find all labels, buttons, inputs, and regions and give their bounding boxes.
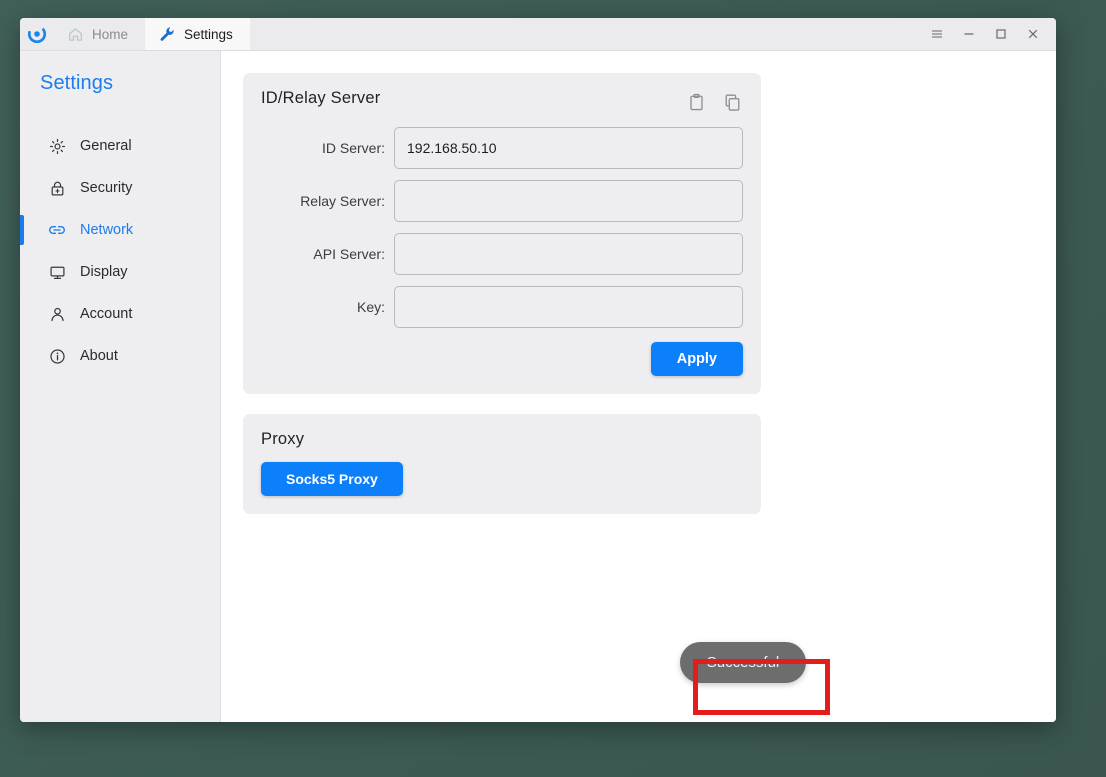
tab-home[interactable]: Home [54, 18, 145, 50]
relay-server-input[interactable] [394, 180, 743, 222]
field-label: ID Server: [321, 140, 385, 156]
lock-icon [48, 180, 66, 197]
api-server-input[interactable] [394, 233, 743, 275]
id-relay-server-card: ID/Relay Server ID Server: 192.168.50.10… [243, 73, 761, 394]
tab-settings-label: Settings [184, 26, 233, 42]
tab-settings[interactable]: Settings [145, 18, 250, 50]
proxy-card: Proxy Socks5 Proxy [243, 414, 761, 514]
card-footer-actions: Apply [261, 342, 743, 376]
sidebar: Settings General Security Network Displa… [20, 51, 221, 722]
card-header: ID/Relay Server [261, 89, 743, 113]
copy-icon [725, 94, 739, 111]
sidebar-item-display[interactable]: Display [20, 251, 220, 293]
sidebar-item-label: Network [80, 222, 134, 238]
sidebar-item-label: General [80, 138, 132, 154]
field-label: API Server: [313, 246, 385, 262]
desktop-background: Home Settings Settings General Security … [0, 0, 1106, 777]
sidebar-item-label: Account [80, 306, 133, 322]
field-label: Relay Server: [300, 193, 385, 209]
window-controls [922, 18, 1056, 50]
info-icon [48, 348, 66, 365]
field-row-relay-server: Relay Server: [261, 180, 743, 222]
close-button[interactable] [1018, 19, 1048, 49]
paste-button[interactable] [685, 91, 707, 113]
tab-home-label: Home [92, 26, 129, 42]
title-bar: Home Settings [20, 18, 1056, 51]
sidebar-item-account[interactable]: Account [20, 293, 220, 335]
field-row-api-server: API Server: [261, 233, 743, 275]
minimize-icon [964, 33, 974, 35]
sidebar-item-about[interactable]: About [20, 335, 220, 377]
socks5-proxy-button[interactable]: Socks5 Proxy [261, 462, 403, 496]
field-label: Key: [356, 299, 385, 315]
toast-container: Successful [673, 637, 813, 687]
app-logo [20, 18, 54, 50]
settings-content: ID/Relay Server ID Server: 192.168.50.10… [221, 51, 1056, 722]
key-input[interactable] [394, 286, 743, 328]
card-title: ID/Relay Server [261, 89, 381, 107]
maximize-button[interactable] [986, 19, 1016, 49]
window-body: Settings General Security Network Displa… [20, 51, 1056, 722]
menu-button[interactable] [922, 19, 952, 49]
card-actions [685, 89, 743, 113]
clipboard-icon [689, 93, 703, 110]
id-server-input[interactable] [394, 127, 743, 169]
wrench-icon [159, 26, 175, 42]
sidebar-item-label: Display [80, 264, 128, 280]
person-icon [48, 306, 66, 323]
hamburger-icon [932, 30, 942, 38]
application-window: Home Settings Settings General Security … [20, 18, 1056, 722]
sidebar-item-label: About [80, 348, 118, 364]
sidebar-item-label: Security [80, 180, 133, 196]
sidebar-item-security[interactable]: Security [20, 167, 220, 209]
copy-button[interactable] [721, 91, 743, 113]
proxy-card-title: Proxy [261, 430, 305, 448]
gear-icon [48, 138, 66, 155]
maximize-icon [996, 29, 1006, 39]
home-icon [68, 27, 83, 42]
apply-button[interactable]: Apply [650, 342, 743, 376]
sidebar-title: Settings [40, 72, 114, 94]
field-row-id-server: ID Server: [261, 127, 743, 169]
link-icon [48, 221, 66, 239]
field-row-key: Key: [261, 286, 743, 328]
app-logo-icon [28, 25, 46, 43]
monitor-icon [48, 264, 66, 281]
close-icon [1028, 29, 1038, 39]
toast-message: Successful [679, 641, 807, 683]
sidebar-item-network[interactable]: Network [20, 209, 220, 251]
minimize-button[interactable] [954, 19, 984, 49]
sidebar-nav: General Security Network Display Account… [20, 125, 220, 377]
sidebar-item-general[interactable]: General [20, 125, 220, 167]
